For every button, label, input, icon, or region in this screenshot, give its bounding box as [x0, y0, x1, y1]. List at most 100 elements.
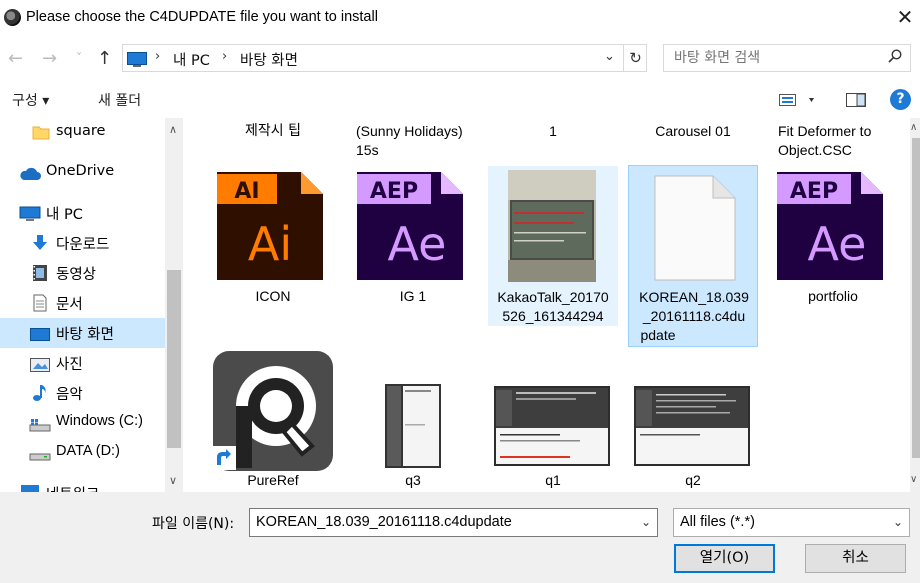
organize-menu-button[interactable]: 구성 ▾ [12, 90, 49, 110]
address-dropdown-icon[interactable]: ⌄ [604, 49, 615, 64]
refresh-icon[interactable]: ↻ [623, 45, 647, 71]
file-item-icon[interactable]: AEP Ae portfolio [768, 166, 898, 306]
file-item-icon[interactable]: AI Ai ICON [208, 166, 338, 306]
desktop-icon [127, 52, 147, 67]
pictures-icon [30, 358, 50, 372]
chevron-down-icon[interactable]: ⌄ [893, 515, 903, 529]
filename-combobox[interactable]: KOREAN_18.039_20161118.c4dupdate ⌄ [249, 508, 658, 537]
sidebar-item-desktop[interactable]: 바탕 화면 [0, 318, 165, 348]
scrollbar-thumb[interactable] [167, 270, 181, 448]
command-toolbar: 구성 ▾ 새 폴더 ? [0, 80, 920, 118]
file-name: portfolio [808, 288, 858, 304]
sidebar-scrollbar[interactable]: ∧ ∨ [165, 118, 183, 492]
windows-drive-icon [29, 419, 51, 432]
sidebar-item-label: OneDrive [46, 163, 115, 179]
video-icon [33, 265, 47, 281]
files-scrollbar[interactable]: ∧ ∨ [910, 118, 920, 492]
cancel-button[interactable]: 취소 [805, 544, 906, 573]
screenshot-thumbnail [385, 384, 441, 468]
file-name-line1: KOREAN_18.039 [639, 289, 749, 305]
music-icon [33, 385, 46, 401]
sidebar-item-my-pc[interactable]: 내 PC [0, 198, 165, 228]
sidebar-item-windows-c[interactable]: Windows (C:) [0, 408, 165, 438]
sidebar-item-label: 네트워크 [46, 483, 99, 492]
file-name: Fit Deformer to Object.CSC [778, 123, 872, 158]
sidebar-item-label: 문서 [56, 297, 83, 313]
file-name: q1 [545, 472, 561, 488]
file-item-q3[interactable]: q3 [348, 348, 478, 492]
view-options-icon[interactable] [779, 92, 819, 108]
document-icon [33, 294, 47, 312]
scroll-down-icon[interactable]: ∨ [169, 474, 177, 487]
file-name-line1: KakaoTalk_20170 [497, 289, 609, 305]
desktop-icon [30, 328, 50, 341]
sidebar-item-documents[interactable]: 문서 [0, 288, 165, 318]
file-item-kakaotalk[interactable]: KakaoTalk_20170 526_161344294 [488, 166, 618, 326]
sidebar-item-pictures[interactable]: 사진 [0, 348, 165, 378]
breadcrumb-separator-icon: › [222, 49, 228, 64]
file-name: PureRef [247, 472, 299, 488]
sidebar-item-label: 내 PC [46, 207, 83, 223]
preview-pane-icon[interactable] [846, 92, 866, 108]
ae-big-text: Ae [808, 217, 867, 271]
open-button[interactable]: 열기(O) [674, 544, 775, 573]
filetype-value: All files (*.*) [680, 514, 755, 530]
search-icon[interactable] [888, 49, 902, 63]
sidebar-item-square[interactable]: square [0, 118, 165, 148]
file-item-pureref[interactable]: PureRef [208, 348, 338, 492]
sidebar-item-label: Windows (C:) [56, 413, 144, 429]
filetype-select[interactable]: All files (*.*) ⌄ [673, 508, 910, 537]
sidebar-item-network[interactable]: 네트워크 [0, 478, 165, 492]
breadcrumb-separator-icon: › [155, 49, 161, 64]
sidebar-item-music[interactable]: 음악 [0, 378, 165, 408]
title-bar: Please choose the C4DUPDATE file you wan… [0, 0, 920, 36]
recent-locations-button[interactable]: ˅ [76, 51, 82, 65]
file-name-line3: pdate [640, 327, 676, 343]
help-icon[interactable]: ? [890, 89, 911, 110]
sidebar-item-label: 바탕 화면 [56, 327, 114, 343]
file-name: ICON [255, 288, 291, 304]
photo-thumbnail [508, 170, 596, 282]
aep-badge-text: AEP [370, 179, 418, 204]
sidebar-item-label: DATA (D:) [56, 443, 120, 459]
sidebar-item-label: 동영상 [56, 267, 97, 283]
search-box[interactable] [663, 44, 911, 72]
chevron-down-icon[interactable]: ⌄ [641, 515, 651, 529]
pureref-app-icon [212, 351, 333, 471]
file-name: IG 1 [399, 288, 427, 304]
screenshot-thumbnail [494, 386, 610, 466]
breadcrumb-my-pc[interactable]: 내 PC [173, 49, 210, 70]
aep-badge-text: AEP [790, 179, 838, 204]
scroll-down-icon[interactable]: ∨ [910, 474, 917, 485]
sidebar-item-videos[interactable]: 동영상 [0, 258, 165, 288]
computer-icon [19, 206, 41, 221]
folder-icon [32, 126, 50, 140]
file-item-korean-c4dupdate[interactable]: KOREAN_18.039 _20161118.c4du pdate [628, 165, 758, 347]
up-button[interactable]: ↑ [97, 48, 112, 69]
new-folder-button[interactable]: 새 폴더 [98, 90, 141, 110]
blank-file-icon [654, 175, 736, 281]
file-name: q3 [405, 472, 421, 488]
illustrator-file-icon: AI Ai [217, 172, 323, 280]
forward-button[interactable]: → [42, 48, 57, 69]
download-icon [33, 235, 47, 250]
address-bar[interactable]: › 내 PC › 바탕 화면 ⌄ ↻ [122, 44, 647, 72]
sidebar-item-onedrive[interactable]: OneDrive [0, 158, 165, 188]
scroll-up-icon[interactable]: ∧ [910, 122, 917, 133]
scroll-up-icon[interactable]: ∧ [169, 123, 177, 136]
filename-input[interactable]: KOREAN_18.039_20161118.c4dupdate [256, 514, 512, 530]
close-button[interactable]: ✕ [890, 0, 920, 36]
file-item-icon[interactable]: AEP Ae IG 1 [348, 166, 478, 306]
file-item-q1[interactable]: q1 [488, 348, 618, 492]
search-input[interactable] [664, 45, 879, 71]
sidebar-item-data-d[interactable]: DATA (D:) [0, 438, 165, 468]
network-icon [21, 485, 39, 492]
file-name: Carousel 01 [655, 123, 731, 139]
navigation-pane: square OneDrive 내 PC 다운로드 동영상 문서 바탕 화면 사… [0, 118, 165, 492]
back-button[interactable]: ← [8, 48, 23, 69]
window-title: Please choose the C4DUPDATE file you wan… [26, 9, 378, 25]
sidebar-item-downloads[interactable]: 다운로드 [0, 228, 165, 258]
scrollbar-thumb[interactable] [912, 138, 920, 458]
breadcrumb-desktop[interactable]: 바탕 화면 [240, 49, 298, 70]
file-item-q2[interactable]: q2 [628, 348, 758, 492]
